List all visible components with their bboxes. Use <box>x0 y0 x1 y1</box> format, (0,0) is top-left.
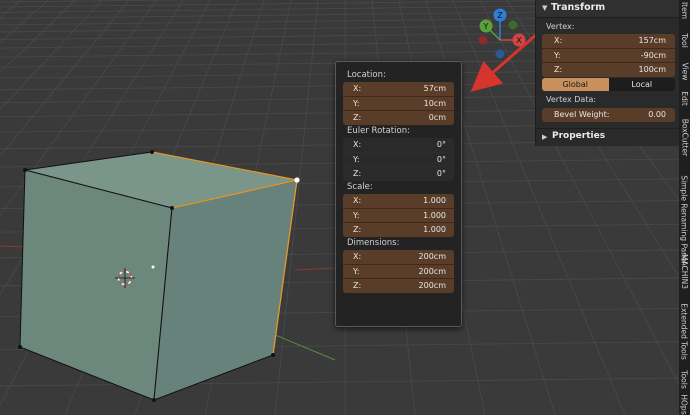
dimensions-z-field[interactable]: Z: 200cm <box>343 279 454 293</box>
field-value: 157cm <box>638 36 666 45</box>
field-key: X: <box>353 84 362 93</box>
rotation-z-field[interactable]: Z: 0° <box>343 167 454 182</box>
vertex[interactable] <box>152 398 156 402</box>
scale-label: Scale: <box>347 182 373 192</box>
tab-hops[interactable]: HOps <box>679 393 690 415</box>
field-value: 1.000 <box>423 210 446 220</box>
origin-dot <box>151 265 155 269</box>
rotation-x-field[interactable]: X: 0° <box>343 138 454 153</box>
field-value: 0° <box>436 140 446 149</box>
location-y-field[interactable]: Y: 10cm <box>343 97 454 112</box>
vertex-y-field[interactable]: Y: -90cm <box>542 49 675 63</box>
location-z-field[interactable]: Z: 0cm <box>343 111 454 125</box>
transform-title: Transform <box>551 2 606 13</box>
field-key: Y: <box>353 266 360 276</box>
field-value: 0.00 <box>648 110 666 119</box>
field-value: 0cm <box>428 113 446 123</box>
location-fields: X: 57cm Y: 10cm Z: 0cm <box>343 82 454 126</box>
location-label: Location: <box>347 70 386 80</box>
sidebar-tabs: Item Tool View Edit BoxCutter Simple Ren… <box>679 0 690 415</box>
dimensions-fields: X: 200cm Y: 200cm Z: 200cm <box>343 250 454 294</box>
tab-edit[interactable]: Edit <box>679 87 690 109</box>
sidebar-panel: ▼ Transform Vertex: X: 157cm Y: -90cm Z: 10… <box>535 0 680 146</box>
global-button[interactable]: Global <box>542 78 609 91</box>
gizmo-y-label: Y <box>483 22 489 31</box>
transform-popup[interactable]: Location: X: 57cm Y: 10cm Z: 0cm Euler Rota… <box>335 61 462 327</box>
field-value: 200cm <box>418 281 446 291</box>
vertex-x-field[interactable]: X: 157cm <box>542 34 675 49</box>
field-value: -90cm <box>640 50 666 60</box>
field-value: 57cm <box>423 84 446 93</box>
field-key: Z: <box>353 113 362 123</box>
vertex[interactable] <box>23 168 27 172</box>
tab-boxcutter[interactable]: BoxCutter <box>679 112 690 162</box>
properties-panel-header[interactable]: ▶ Properties <box>536 128 680 145</box>
transform-panel-header[interactable]: ▼ Transform <box>536 0 680 18</box>
tab-machin3[interactable]: MACHIN3 <box>679 250 690 292</box>
vertex[interactable] <box>271 353 275 357</box>
field-key: Z: <box>353 281 362 291</box>
field-key: X: <box>353 252 362 261</box>
field-key: Z: <box>353 169 362 179</box>
vertex-data-label: Vertex Data: <box>546 95 597 104</box>
space-toggle: Global Local <box>542 78 675 91</box>
gizmo-x-label: X <box>516 36 522 45</box>
vertex[interactable] <box>170 206 174 210</box>
field-value: 10cm <box>423 98 446 108</box>
rotation-label: Euler Rotation: <box>347 126 410 136</box>
dimensions-y-field[interactable]: Y: 200cm <box>343 265 454 280</box>
location-x-field[interactable]: X: 57cm <box>343 82 454 97</box>
local-button[interactable]: Local <box>608 78 675 91</box>
vertex-label: Vertex: <box>546 22 575 31</box>
field-key: X: <box>554 36 563 45</box>
field-key: Y: <box>353 154 360 164</box>
tab-extended-tools[interactable]: Extended Tools <box>679 296 690 366</box>
dimensions-label: Dimensions: <box>347 238 400 248</box>
scale-y-field[interactable]: Y: 1.000 <box>343 209 454 224</box>
field-key: Y: <box>353 210 360 220</box>
field-value: 200cm <box>418 266 446 276</box>
tab-view[interactable]: View <box>679 58 690 84</box>
rotation-y-field[interactable]: Y: 0° <box>343 152 454 168</box>
dimensions-x-field[interactable]: X: 200cm <box>343 250 454 265</box>
selected-vertex[interactable] <box>294 177 300 183</box>
expand-triangle-icon: ▼ <box>542 4 548 12</box>
field-key: Y: <box>353 98 360 108</box>
vertex-z-field[interactable]: Z: 100cm <box>542 63 675 77</box>
tab-tool[interactable]: Tool <box>679 26 690 54</box>
field-value: 0° <box>436 154 446 164</box>
field-key: X: <box>353 140 362 149</box>
gizmo-z-label: Z <box>497 11 503 20</box>
field-value: 1.000 <box>423 196 446 205</box>
field-value: 1.000 <box>423 225 446 235</box>
gizmo-neg-y[interactable] <box>508 20 518 30</box>
vertex[interactable] <box>18 345 22 349</box>
gizmo-neg-z[interactable] <box>495 49 505 59</box>
field-value: 0° <box>436 169 446 179</box>
field-key: Z: <box>353 225 362 235</box>
field-value: 200cm <box>418 252 446 261</box>
field-value: 100cm <box>638 65 666 74</box>
bevel-weight-field[interactable]: Bevel Weight: 0.00 <box>542 108 675 122</box>
scale-fields: X: 1.000 Y: 1.000 Z: 1.000 <box>343 194 454 238</box>
scale-x-field[interactable]: X: 1.000 <box>343 194 454 209</box>
collapse-triangle-icon: ▶ <box>542 133 548 141</box>
tab-tools[interactable]: Tools <box>679 367 690 391</box>
field-key: Bevel Weight: <box>554 110 610 119</box>
field-key: X: <box>353 196 362 205</box>
field-key: Y: <box>554 50 561 60</box>
vertex[interactable] <box>150 150 154 154</box>
field-key: Z: <box>554 65 563 74</box>
scale-z-field[interactable]: Z: 1.000 <box>343 223 454 237</box>
tab-item[interactable]: Item <box>679 0 690 20</box>
rotation-fields: X: 0° Y: 0° Z: 0° <box>343 138 454 182</box>
gizmo-neg-x[interactable] <box>478 35 488 45</box>
vertex-fields: X: 157cm Y: -90cm Z: 100cm <box>542 34 675 77</box>
properties-title: Properties <box>552 131 606 141</box>
